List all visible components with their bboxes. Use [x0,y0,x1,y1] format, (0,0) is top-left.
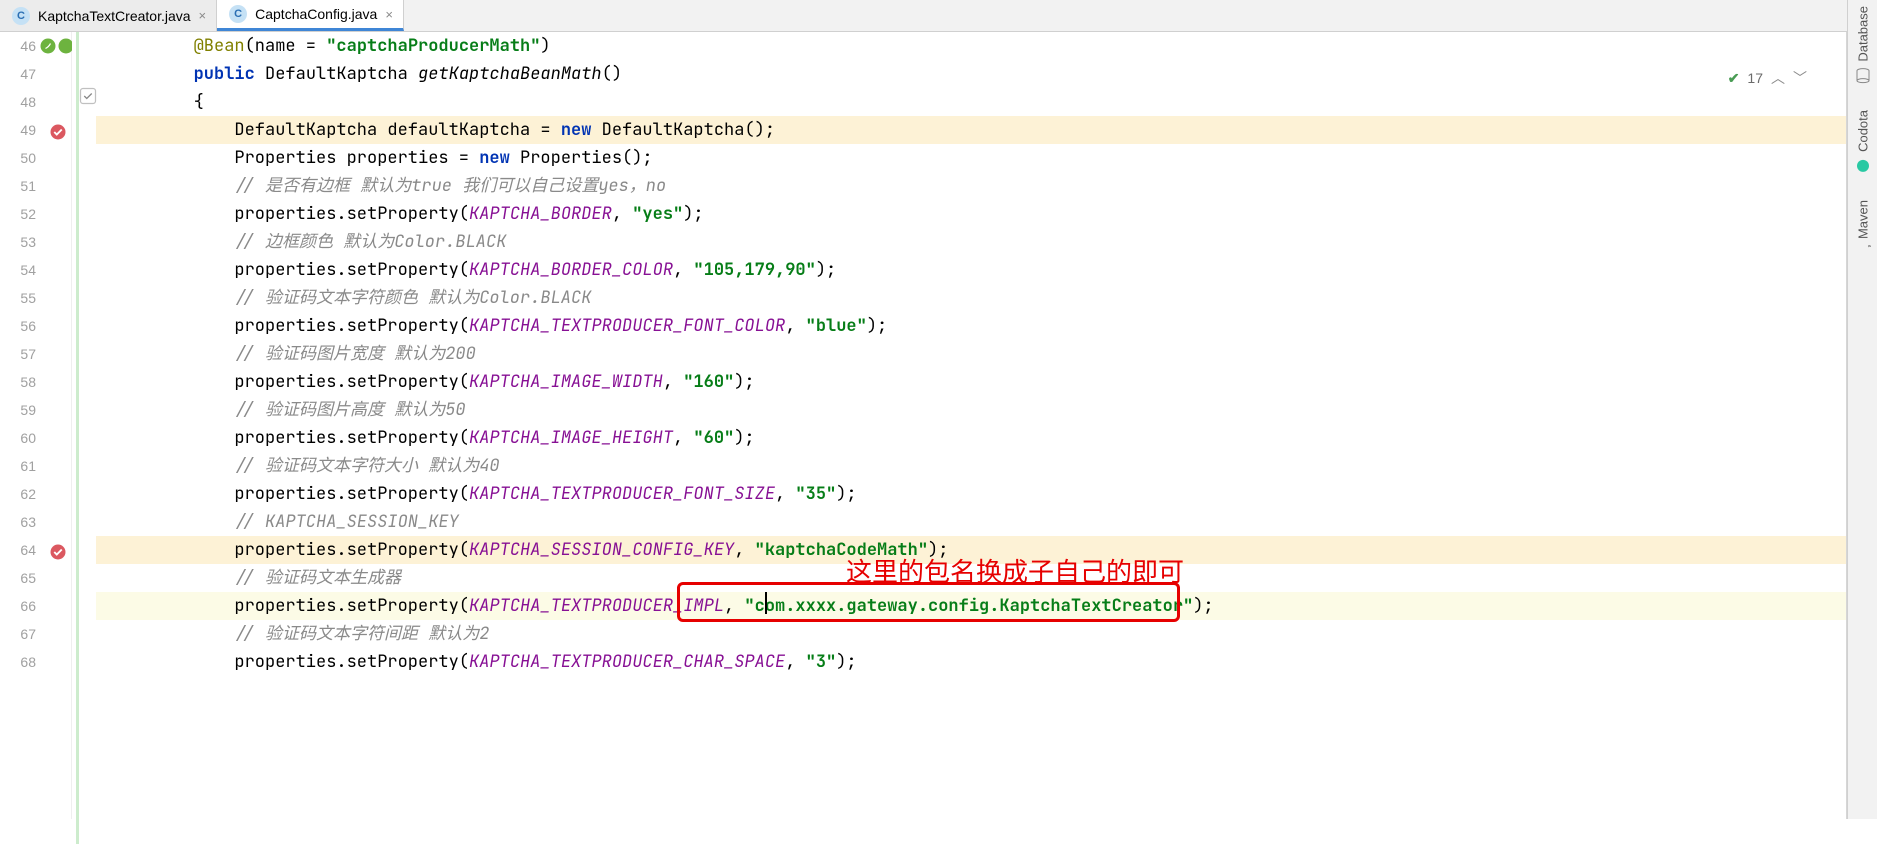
breakpoint-icon[interactable] [48,542,68,562]
code-line[interactable]: properties.setProperty(KAPTCHA_BORDER_CO… [96,256,1847,284]
inspection-widget[interactable]: ✔ 17 ︿ ﹀ [1728,68,1807,88]
toolwindow-label: Database [1855,6,1870,62]
line-number[interactable]: 66 [0,592,36,620]
code-line[interactable]: properties.setProperty(KAPTCHA_TEXTPRODU… [96,480,1847,508]
codota-icon [1855,158,1871,174]
line-number[interactable]: 58 [0,368,36,396]
line-number[interactable]: 61 [0,452,36,480]
code-line[interactable]: @Bean(name = "captchaProducerMath") [96,32,1847,60]
right-tool-bar: Database Codota m Maven [1847,0,1877,819]
close-icon[interactable]: × [199,8,207,23]
inspection-count: 17 [1747,70,1763,86]
editor-tabs: C KaptchaTextCreator.java × C CaptchaCon… [0,0,1847,32]
line-number[interactable]: 56 [0,312,36,340]
code-line[interactable]: // 验证码文本生成器 [96,564,1847,592]
line-number[interactable]: 67 [0,620,36,648]
line-number[interactable]: 51 [0,172,36,200]
editor[interactable]: @Bean(name = "captchaProducerMath") publ… [72,32,1847,819]
toolwindow-codota[interactable]: Codota [1855,110,1871,174]
code-line[interactable]: properties.setProperty(KAPTCHA_TEXTPRODU… [96,648,1847,676]
code-line[interactable]: // 验证码文本字符大小 默认为40 [96,452,1847,480]
code-line[interactable]: // 验证码图片宽度 默认为200 [96,340,1847,368]
line-number[interactable]: 65 [0,564,36,592]
line-number[interactable]: 60 [0,424,36,452]
code-line[interactable]: // 边框颜色 默认为Color.BLACK [96,228,1847,256]
code-line[interactable]: properties.setProperty(KAPTCHA_IMAGE_HEI… [96,424,1847,452]
line-number[interactable]: 64 [0,536,36,564]
line-number[interactable]: 63 [0,508,36,536]
line-number[interactable]: 62 [0,480,36,508]
code-line[interactable]: { [96,88,1847,116]
maven-icon: m [1855,245,1871,261]
code-line[interactable]: properties.setProperty(KAPTCHA_TEXTPRODU… [96,592,1847,620]
tab-label: KaptchaTextCreator.java [38,8,191,24]
line-number[interactable]: 68 [0,648,36,676]
toolwindow-label: Maven [1855,200,1870,239]
code-area[interactable]: @Bean(name = "captchaProducerMath") publ… [96,32,1847,819]
code-line[interactable]: public DefaultKaptcha getKaptchaBeanMath… [96,60,1847,88]
code-line[interactable]: // 验证码图片高度 默认为50 [96,396,1847,424]
line-number[interactable]: 48 [0,88,36,116]
toolwindow-database[interactable]: Database [1855,6,1871,84]
toolwindow-maven[interactable]: m Maven [1855,200,1871,261]
database-icon [1855,68,1871,84]
code-line[interactable]: properties.setProperty(KAPTCHA_IMAGE_WID… [96,368,1847,396]
line-number[interactable]: 46 [0,32,36,60]
line-number[interactable]: 53 [0,228,36,256]
line-number[interactable]: 59 [0,396,36,424]
svg-text:m: m [1863,245,1871,248]
intention-bulb-icon[interactable] [78,86,98,106]
code-line[interactable]: Properties properties = new Properties()… [96,144,1847,172]
java-class-icon: C [229,5,247,23]
chevron-up-icon[interactable]: ︿ [1771,68,1785,88]
check-icon: ✔ [1728,70,1740,87]
chevron-down-icon[interactable]: ﹀ [1793,68,1807,88]
line-number[interactable]: 52 [0,200,36,228]
change-marker-stripe [72,32,88,819]
close-icon[interactable]: × [385,7,393,22]
code-line[interactable]: // 是否有边框 默认为true 我们可以自己设置yes，no [96,172,1847,200]
line-number[interactable]: 54 [0,256,36,284]
code-line[interactable]: // 验证码文本字符间距 默认为2 [96,620,1847,648]
gutter[interactable]: 4647484950515253545556575859606162636465… [0,32,72,819]
breakpoint-icon[interactable] [48,122,68,142]
text-caret [765,592,767,614]
code-line[interactable]: DefaultKaptcha defaultKaptcha = new Defa… [96,116,1847,144]
code-line[interactable]: // 验证码文本字符颜色 默认为Color.BLACK [96,284,1847,312]
line-number[interactable]: 47 [0,60,36,88]
code-line[interactable]: // KAPTCHA_SESSION_KEY [96,508,1847,536]
line-number[interactable]: 49 [0,116,36,144]
line-number[interactable]: 55 [0,284,36,312]
tab-label: CaptchaConfig.java [255,6,377,22]
ide-root: C KaptchaTextCreator.java × C CaptchaCon… [0,0,1877,819]
code-line[interactable]: properties.setProperty(KAPTCHA_TEXTPRODU… [96,312,1847,340]
tab-kaptchatextcreator[interactable]: C KaptchaTextCreator.java × [0,0,217,31]
line-number[interactable]: 50 [0,144,36,172]
code-line[interactable]: properties.setProperty(KAPTCHA_SESSION_C… [96,536,1847,564]
tab-captchaconfig[interactable]: C CaptchaConfig.java × [217,0,404,31]
toolwindow-label: Codota [1855,110,1870,152]
spring-bean-icon[interactable] [38,36,58,56]
line-number[interactable]: 57 [0,340,36,368]
java-class-icon: C [12,7,30,25]
code-line[interactable]: properties.setProperty(KAPTCHA_BORDER, "… [96,200,1847,228]
